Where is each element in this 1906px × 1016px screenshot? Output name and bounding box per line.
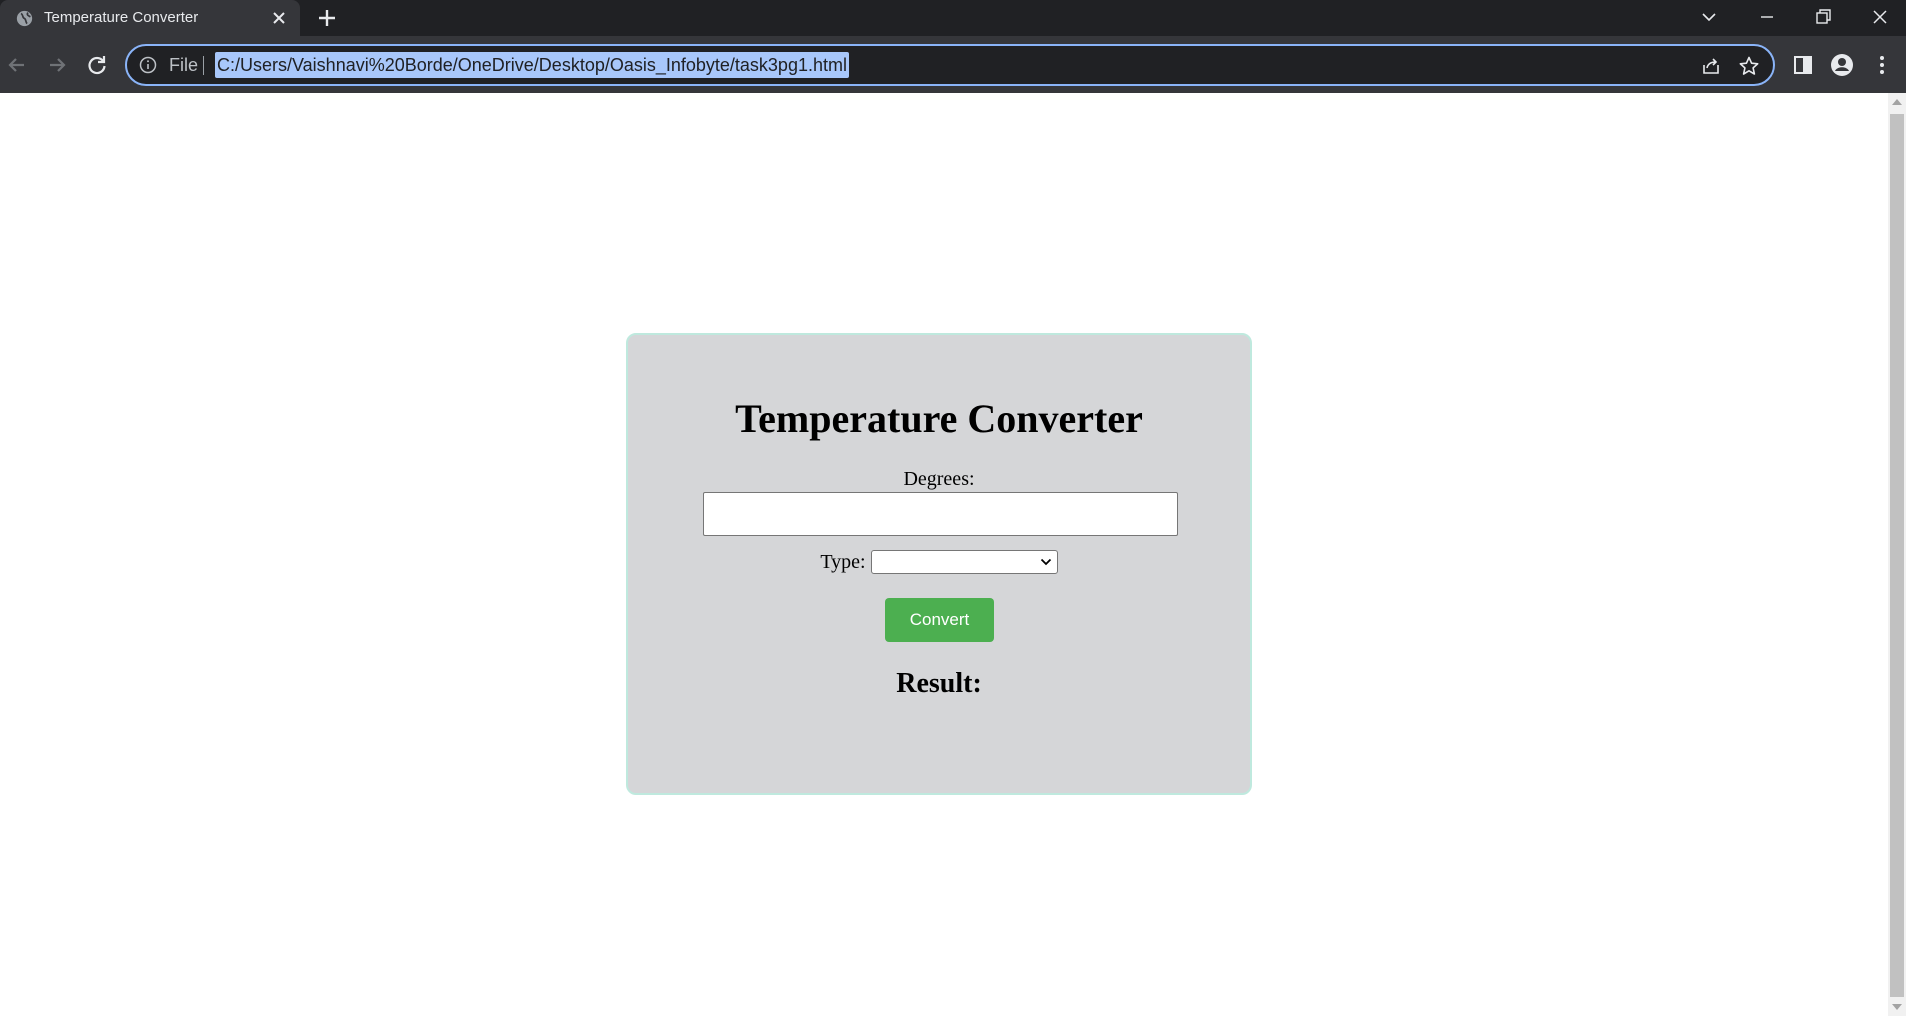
degrees-label: Degrees: (903, 468, 975, 490)
url-text[interactable]: C:/Users/Vaishnavi%20Borde/OneDrive/Desk… (215, 52, 849, 78)
kebab-menu-icon[interactable] (1869, 52, 1895, 78)
converter-card: Temperature Converter Degrees: Type: Con… (626, 333, 1252, 795)
scroll-down-arrow[interactable] (1892, 1004, 1902, 1010)
chevron-down-icon (1040, 558, 1051, 566)
scrollbar-thumb[interactable] (1890, 114, 1904, 997)
tab-strip: Temperature Converter (0, 0, 1906, 36)
star-icon[interactable] (1738, 55, 1760, 77)
plus-icon[interactable] (316, 7, 338, 29)
restore-icon[interactable] (1812, 6, 1834, 28)
minimize-icon[interactable] (1756, 6, 1778, 28)
omnibox-divider (203, 56, 204, 75)
type-select[interactable] (870, 550, 1058, 574)
close-icon[interactable] (270, 9, 288, 27)
scroll-up-arrow[interactable] (1892, 99, 1902, 105)
degrees-input[interactable] (703, 492, 1178, 536)
arrow-right-icon[interactable] (44, 52, 70, 78)
chevron-down-icon[interactable] (1698, 6, 1720, 28)
url-scheme-label: File (169, 55, 199, 75)
type-label: Type: (820, 550, 866, 573)
browser-tab[interactable]: Temperature Converter (0, 0, 300, 36)
share-icon[interactable] (1700, 55, 1722, 77)
arrow-left-icon[interactable] (4, 52, 30, 78)
profile-icon[interactable] (1829, 52, 1855, 78)
type-row: Type: (628, 550, 1250, 574)
info-icon[interactable] (139, 56, 157, 74)
tab-title: Temperature Converter (44, 9, 199, 26)
page-viewport: Temperature Converter Degrees: Type: Con… (0, 93, 1888, 1016)
reload-icon[interactable] (84, 52, 110, 78)
vertical-scrollbar[interactable] (1888, 93, 1906, 1016)
result-label: Result: (896, 668, 982, 699)
page-title: Temperature Converter (735, 396, 1143, 441)
address-bar[interactable]: File C:/Users/Vaishnavi%20Borde/OneDrive… (125, 44, 1775, 86)
globe-icon (16, 10, 33, 27)
close-icon[interactable] (1869, 6, 1891, 28)
browser-toolbar: File C:/Users/Vaishnavi%20Borde/OneDrive… (0, 36, 1906, 93)
side-panel-icon[interactable] (1790, 52, 1816, 78)
convert-button[interactable]: Convert (885, 598, 994, 642)
